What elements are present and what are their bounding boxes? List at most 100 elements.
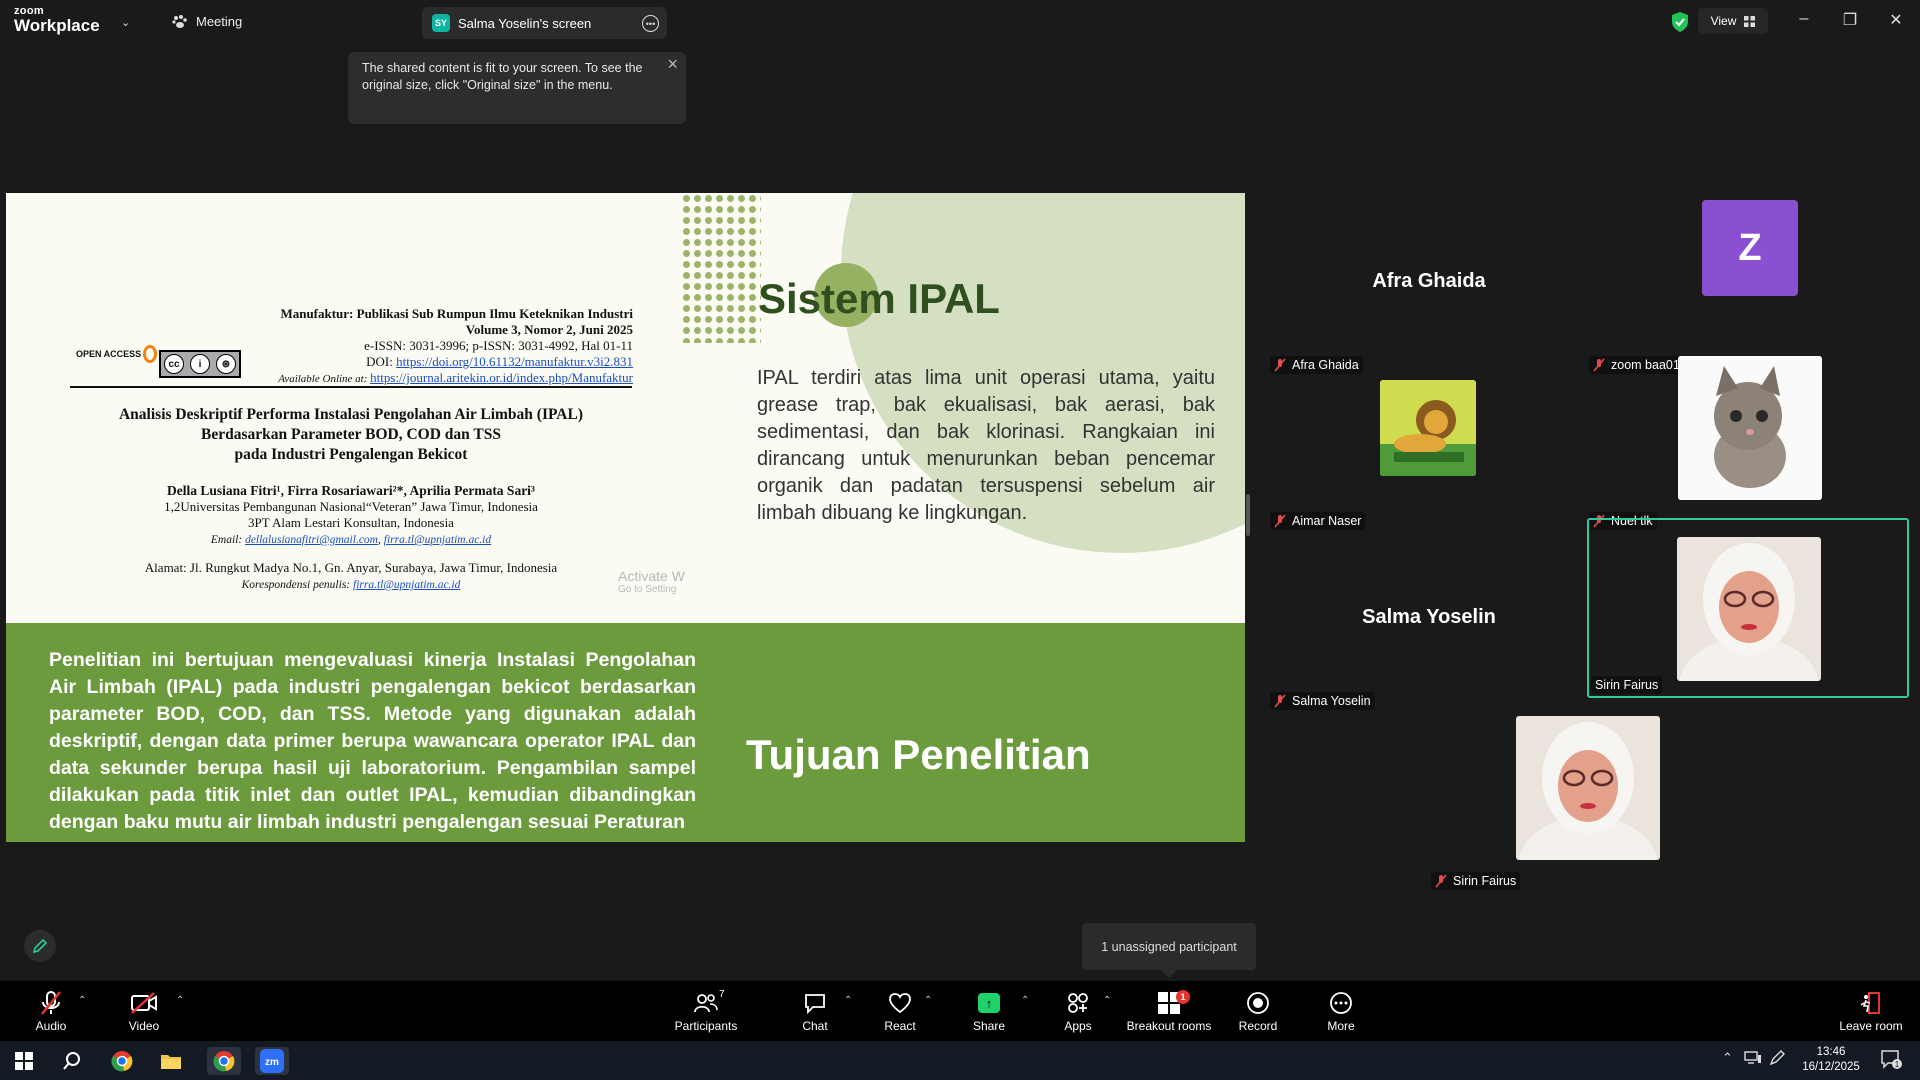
share-label: Share [972, 1019, 1006, 1033]
participant-tile-nuel[interactable]: Nuel tlk [1589, 356, 1907, 532]
zoom-workplace-logo[interactable]: zoom Workplace [14, 6, 100, 35]
react-options-chevron-icon[interactable]: ⌃ [924, 995, 932, 1006]
slide-ipal-body: IPAL terdiri atas lima unit operasi utam… [757, 367, 1215, 524]
share-screen-icon: ↑ [978, 993, 1000, 1013]
participant-tile-salma[interactable]: Salma Yoselin Salma Yoselin [1270, 536, 1588, 712]
notification-icon[interactable]: 1 [1880, 1048, 1902, 1073]
chrome-active-icon[interactable] [207, 1047, 241, 1075]
video-label: Video [128, 1019, 160, 1033]
zoom-taskbar-icon[interactable]: zm [255, 1047, 289, 1075]
more-button[interactable]: More [1296, 989, 1386, 1033]
windows-start-icon[interactable] [10, 1047, 38, 1075]
shared-screen-content[interactable]: Sistem IPAL IPAL terdiri atas lima unit … [6, 193, 1245, 842]
open-access-logo: OPEN ACCESS [76, 345, 158, 363]
grid-icon [1744, 15, 1756, 27]
mic-muted-icon [1274, 514, 1286, 528]
leave-room-icon [1860, 992, 1880, 1014]
paper-journal: Manufaktur: Publikasi Sub Rumpun Ilmu Ke… [280, 306, 633, 321]
paper-volume: Volume 3, Nomor 2, Juni 2025 [465, 322, 633, 337]
search-icon[interactable] [58, 1047, 86, 1075]
paper-authors: Della Lusiana Fitri¹, Firra Rosariawari²… [144, 483, 558, 591]
close-icon[interactable]: × [667, 55, 678, 73]
leave-room-button[interactable]: Leave room [1826, 989, 1916, 1033]
apps-options-chevron-icon[interactable]: ⌃ [1103, 995, 1111, 1006]
chrome-icon[interactable] [108, 1047, 136, 1075]
participant-label: Sirin Fairus [1431, 872, 1521, 890]
apps-label: Apps [1064, 1019, 1092, 1033]
mic-muted-icon [41, 991, 61, 1015]
participant-tile-sirin-active[interactable]: Sirin Fairus [1587, 518, 1909, 698]
network-icon[interactable] [1744, 1050, 1762, 1067]
chat-options-chevron-icon[interactable]: ⌃ [844, 995, 852, 1006]
slide-decor-dots [681, 193, 761, 343]
participant-video [1677, 537, 1821, 681]
participant-tile-aimar[interactable]: Aimar Naser [1270, 356, 1588, 532]
fit-to-screen-tooltip: The shared content is fit to your screen… [348, 52, 686, 124]
shared-screen-title: Salma Yoselin's screen [458, 15, 592, 31]
file-explorer-icon[interactable] [157, 1047, 185, 1075]
video-options-chevron-icon[interactable]: ⌃ [176, 995, 184, 1006]
record-button[interactable]: Record [1213, 989, 1303, 1033]
participant-label: Aimar Naser [1270, 512, 1366, 530]
paper-issn: e-ISSN: 3031-3996; p-ISSN: 3031-4992, Ha… [364, 338, 633, 353]
share-options-chevron-icon[interactable]: ⌃ [1021, 995, 1029, 1006]
participant-tile-afra[interactable]: Afra Ghaida Afra Ghaida [1270, 200, 1588, 376]
shield-check-icon[interactable] [1670, 11, 1690, 33]
unassigned-participant-popup[interactable]: 1 unassigned participant [1082, 923, 1256, 978]
participants-label: Participants [674, 1019, 738, 1033]
more-icon [1330, 992, 1352, 1014]
participant-label: Salma Yoselin [1270, 692, 1375, 710]
slide-tujuan-title: Tujuan Penelitian [746, 731, 1091, 778]
restore-icon[interactable]: ❐ [1835, 10, 1865, 30]
lock-icon [143, 345, 158, 363]
paper-doi: DOI: https://doi.org/10.61132/manufaktur… [366, 354, 633, 369]
mic-muted-icon [1435, 874, 1447, 888]
windows-taskbar: zm ⌃ 13:46 16/12/2025 1 [0, 1041, 1920, 1080]
meeting-label: Meeting [196, 14, 243, 29]
paper-header-image: Manufaktur: Publikasi Sub Rumpun Ilmu Ke… [6, 193, 671, 623]
split-divider-handle[interactable] [1246, 494, 1250, 536]
annotate-pencil-icon[interactable] [24, 930, 56, 962]
paper-available: Available Online at: https://journal.ari… [278, 370, 633, 385]
chat-label: Chat [802, 1019, 828, 1033]
react-label: React [884, 1019, 916, 1033]
view-button[interactable]: View [1698, 8, 1768, 34]
chevron-down-icon[interactable]: ⌄ [121, 16, 130, 29]
kitten-avatar-image [1678, 356, 1822, 500]
taskbar-clock[interactable]: 13:46 16/12/2025 [1796, 1045, 1866, 1075]
record-icon [1247, 992, 1269, 1014]
svg-text:zm: zm [265, 1057, 279, 1068]
minimize-icon[interactable]: – [1789, 10, 1819, 28]
breakout-rooms-label: Breakout rooms [1126, 1019, 1212, 1033]
breakout-badge: 1 [1176, 990, 1190, 1004]
notification-count: 1 [1895, 1060, 1900, 1069]
participants-button[interactable]: 7 Participants [661, 989, 751, 1033]
paper-title: Analisis Deskriptif Performa Instalasi P… [118, 406, 584, 463]
more-options-icon[interactable]: ••• [642, 15, 659, 32]
meeting-menu-button[interactable]: Meeting [172, 14, 242, 29]
participant-label: Sirin Fairus [1591, 676, 1663, 694]
audio-options-chevron-icon[interactable]: ⌃ [78, 995, 86, 1006]
participant-tile-sirin[interactable]: Sirin Fairus [1430, 716, 1748, 892]
creative-commons-badge: cc i ⊛ [159, 350, 241, 378]
participant-name: Afra Ghaida [1372, 270, 1486, 292]
pen-icon[interactable] [1769, 1050, 1785, 1069]
sharer-avatar: SY [432, 14, 450, 32]
participant-video [1516, 716, 1660, 860]
activate-windows-watermark: Activate W Go to Setting [618, 568, 685, 595]
shared-screen-tab[interactable]: SY Salma Yoselin's screen ••• [422, 7, 667, 39]
lion-avatar-image [1380, 380, 1476, 476]
paw-icon [172, 14, 187, 28]
more-label: More [1327, 1019, 1355, 1033]
view-label: View [1710, 14, 1737, 28]
tooltip-text: The shared content is fit to your screen… [362, 61, 643, 92]
participant-tile-zoom-baa01[interactable]: Z zoom baa01 [1589, 200, 1907, 376]
breakout-rooms-button[interactable]: 1 Breakout rooms [1124, 989, 1214, 1033]
participants-count: 7 [719, 989, 725, 1000]
kitten-icon [1678, 356, 1822, 500]
close-window-icon[interactable]: ✕ [1881, 10, 1911, 30]
show-hidden-icons-chevron-icon[interactable]: ⌃ [1722, 1050, 1733, 1066]
chat-icon [805, 994, 825, 1014]
audio-label: Audio [35, 1019, 67, 1033]
lion-icon [1380, 380, 1476, 476]
